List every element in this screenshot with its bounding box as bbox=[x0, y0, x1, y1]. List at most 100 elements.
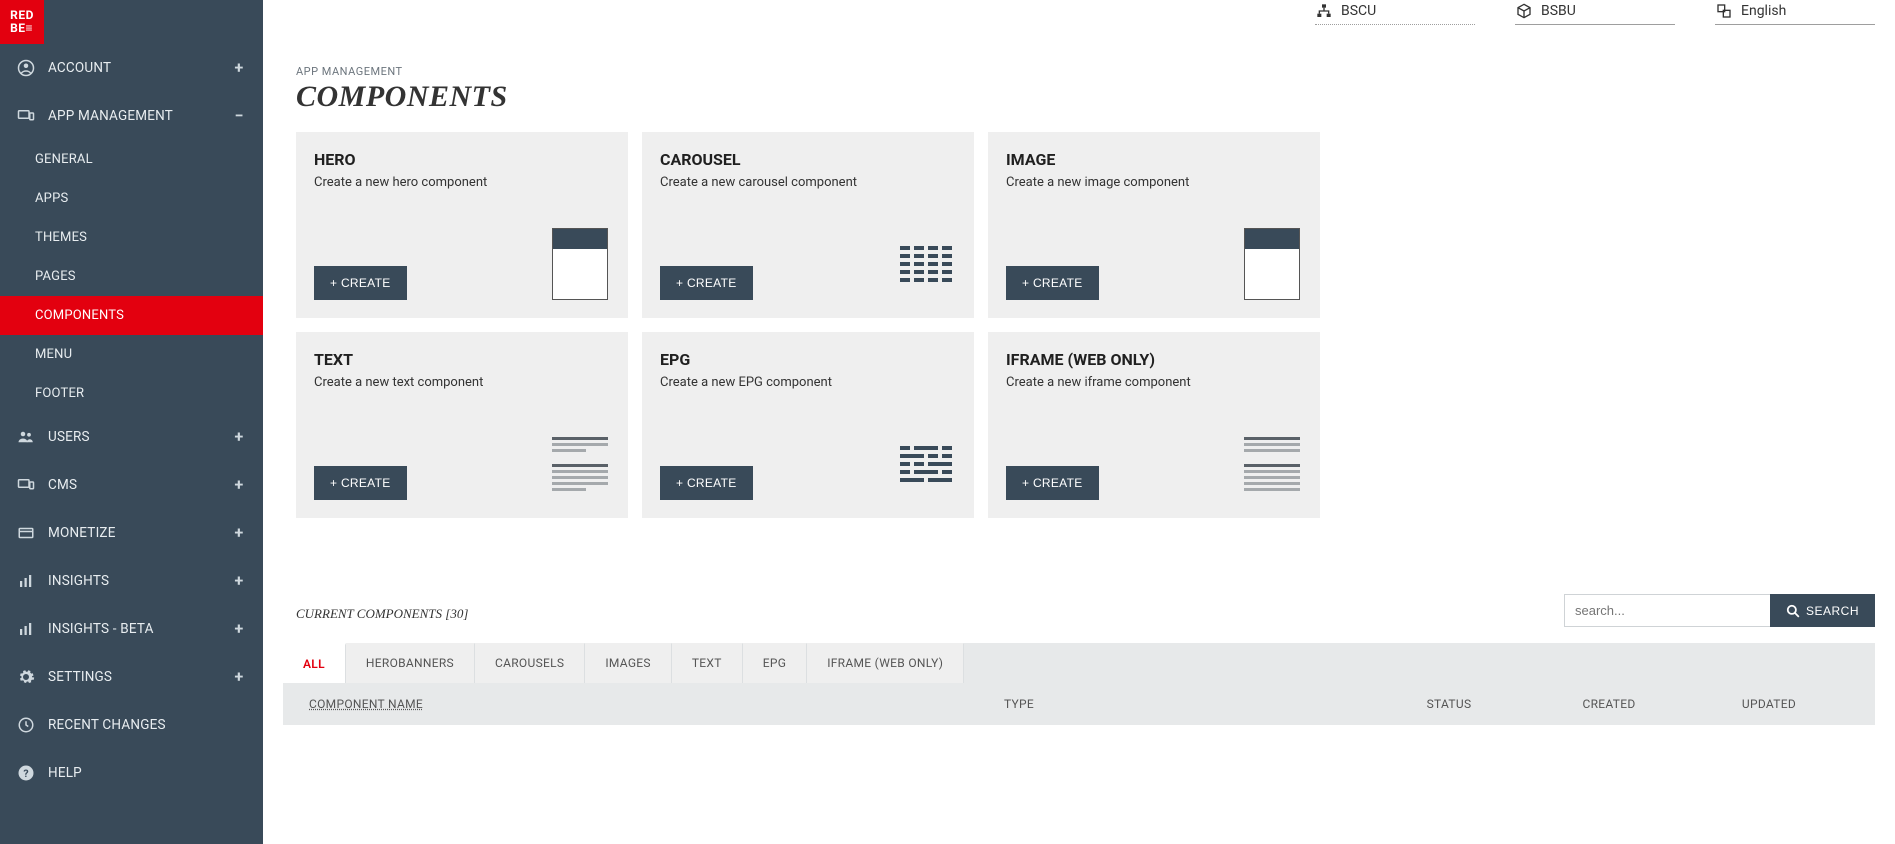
components-table: ALL HEROBANNERS CAROUSELS IMAGES TEXT EP… bbox=[283, 643, 1875, 725]
sidebar-item-users[interactable]: USERS + bbox=[0, 413, 263, 461]
sidebar-label: MONETIZE bbox=[48, 525, 231, 541]
collapse-icon[interactable]: − bbox=[231, 108, 247, 124]
sidebar-sub-apps[interactable]: APPS bbox=[0, 179, 263, 218]
sidebar-label: SETTINGS bbox=[48, 669, 231, 685]
create-hero-button[interactable]: + CREATE bbox=[314, 266, 407, 300]
sidebar-label: HELP bbox=[48, 765, 247, 781]
sidebar-sub-label: COMPONENTS bbox=[35, 308, 124, 323]
filter-tabs: ALL HEROBANNERS CAROUSELS IMAGES TEXT EP… bbox=[283, 643, 1875, 683]
sidebar-sub-menu[interactable]: MENU bbox=[0, 335, 263, 374]
users-icon bbox=[16, 427, 36, 447]
tab-epg[interactable]: EPG bbox=[743, 643, 807, 683]
card-iframe: IFRAME (WEB ONLY) Create a new iframe co… bbox=[988, 332, 1320, 518]
sidebar-item-insights[interactable]: INSIGHTS + bbox=[0, 557, 263, 605]
sidebar-sub-label: MENU bbox=[35, 347, 72, 362]
sidebar-label: CMS bbox=[48, 477, 231, 493]
image-preview-icon bbox=[1242, 228, 1302, 300]
table-header-row: COMPONENT NAME TYPE STATUS CREATED UPDAT… bbox=[283, 683, 1875, 725]
card-title: IFRAME (WEB ONLY) bbox=[1006, 350, 1302, 369]
sidebar-sub-footer[interactable]: FOOTER bbox=[0, 374, 263, 413]
sidebar-item-account[interactable]: ACCOUNT + bbox=[0, 44, 263, 92]
text-preview-icon bbox=[550, 428, 610, 500]
bar-chart-icon bbox=[16, 619, 36, 639]
tab-iframe[interactable]: IFRAME (WEB ONLY) bbox=[807, 643, 964, 683]
tab-carousels[interactable]: CAROUSELS bbox=[475, 643, 585, 683]
sitemap-icon bbox=[1315, 2, 1333, 20]
col-status: STATUS bbox=[1369, 697, 1529, 711]
recent-icon bbox=[16, 715, 36, 735]
sidebar-item-help[interactable]: ? HELP bbox=[0, 749, 263, 797]
breadcrumb: APP MANAGEMENT bbox=[263, 25, 1895, 78]
card-title: TEXT bbox=[314, 350, 610, 369]
search-icon bbox=[1786, 604, 1800, 618]
create-text-button[interactable]: + CREATE bbox=[314, 466, 407, 500]
search-button-label: SEARCH bbox=[1806, 604, 1859, 618]
sidebar-sub-general[interactable]: GENERAL bbox=[0, 140, 263, 179]
expand-icon[interactable]: + bbox=[231, 60, 247, 76]
carousel-preview-icon bbox=[896, 228, 956, 300]
col-updated: UPDATED bbox=[1689, 697, 1849, 711]
expand-icon[interactable]: + bbox=[231, 621, 247, 637]
create-iframe-button[interactable]: + CREATE bbox=[1006, 466, 1099, 500]
create-image-button[interactable]: + CREATE bbox=[1006, 266, 1099, 300]
component-type-grid: HERO Create a new hero component + CREAT… bbox=[263, 132, 1895, 518]
sidebar-item-app-management[interactable]: APP MANAGEMENT − bbox=[0, 92, 263, 140]
create-carousel-button[interactable]: + CREATE bbox=[660, 266, 753, 300]
language-value: English bbox=[1741, 3, 1786, 19]
sidebar-item-cms[interactable]: CMS + bbox=[0, 461, 263, 509]
sidebar-item-recent-changes[interactable]: RECENT CHANGES bbox=[0, 701, 263, 749]
card-carousel: CAROUSEL Create a new carousel component… bbox=[642, 132, 974, 318]
business-unit-selector[interactable]: BSBU bbox=[1515, 0, 1675, 25]
tab-all[interactable]: ALL bbox=[283, 643, 346, 683]
search-button[interactable]: SEARCH bbox=[1770, 594, 1875, 627]
card-desc: Create a new carousel component bbox=[660, 175, 956, 190]
sidebar-label: USERS bbox=[48, 429, 231, 445]
card-text: TEXT Create a new text component + CREAT… bbox=[296, 332, 628, 518]
bar-chart-icon bbox=[16, 571, 36, 591]
tab-images[interactable]: IMAGES bbox=[585, 643, 672, 683]
expand-icon[interactable]: + bbox=[231, 669, 247, 685]
sidebar-sub-themes[interactable]: THEMES bbox=[0, 218, 263, 257]
tab-herobanners[interactable]: HEROBANNERS bbox=[346, 643, 475, 683]
customer-unit-selector[interactable]: BSCU bbox=[1315, 0, 1475, 25]
sidebar-sub-label: FOOTER bbox=[35, 386, 84, 401]
language-icon bbox=[1715, 2, 1733, 20]
card-desc: Create a new text component bbox=[314, 375, 610, 390]
language-selector[interactable]: English bbox=[1715, 0, 1875, 25]
sidebar-item-insights-beta[interactable]: INSIGHTS - BETA + bbox=[0, 605, 263, 653]
card-hero: HERO Create a new hero component + CREAT… bbox=[296, 132, 628, 318]
cube-icon bbox=[1515, 2, 1533, 20]
expand-icon[interactable]: + bbox=[231, 573, 247, 589]
search-box: SEARCH bbox=[1564, 594, 1875, 627]
customer-unit-value: BSCU bbox=[1341, 3, 1376, 19]
sidebar-label: RECENT CHANGES bbox=[48, 717, 247, 733]
sidebar-label: INSIGHTS - BETA bbox=[48, 621, 231, 637]
expand-icon[interactable]: + bbox=[231, 429, 247, 445]
devices-icon bbox=[16, 475, 36, 495]
card-title: HERO bbox=[314, 150, 610, 169]
expand-icon[interactable]: + bbox=[231, 477, 247, 493]
sidebar-sub-label: APPS bbox=[35, 191, 68, 206]
sidebar-item-monetize[interactable]: MONETIZE + bbox=[0, 509, 263, 557]
sidebar-sub-pages[interactable]: PAGES bbox=[0, 257, 263, 296]
card-desc: Create a new iframe component bbox=[1006, 375, 1302, 390]
hero-preview-icon bbox=[550, 228, 610, 300]
gear-icon bbox=[16, 667, 36, 687]
sidebar-sub-components[interactable]: COMPONENTS bbox=[0, 296, 263, 335]
card-image: IMAGE Create a new image component + CRE… bbox=[988, 132, 1320, 318]
card-desc: Create a new hero component bbox=[314, 175, 610, 190]
sidebar-item-settings[interactable]: SETTINGS + bbox=[0, 653, 263, 701]
expand-icon[interactable]: + bbox=[231, 525, 247, 541]
user-circle-icon bbox=[16, 58, 36, 78]
card-desc: Create a new EPG component bbox=[660, 375, 956, 390]
create-epg-button[interactable]: + CREATE bbox=[660, 466, 753, 500]
sidebar-sub-label: GENERAL bbox=[35, 152, 93, 167]
card-desc: Create a new image component bbox=[1006, 175, 1302, 190]
col-component-name[interactable]: COMPONENT NAME bbox=[309, 697, 669, 711]
col-created: CREATED bbox=[1529, 697, 1689, 711]
card-epg: EPG Create a new EPG component + CREATE bbox=[642, 332, 974, 518]
search-input[interactable] bbox=[1564, 594, 1770, 627]
tab-text[interactable]: TEXT bbox=[672, 643, 743, 683]
sidebar: RED BE≡ ACCOUNT + APP MANAGEMENT − GENER… bbox=[0, 0, 263, 844]
business-unit-value: BSBU bbox=[1541, 3, 1576, 19]
